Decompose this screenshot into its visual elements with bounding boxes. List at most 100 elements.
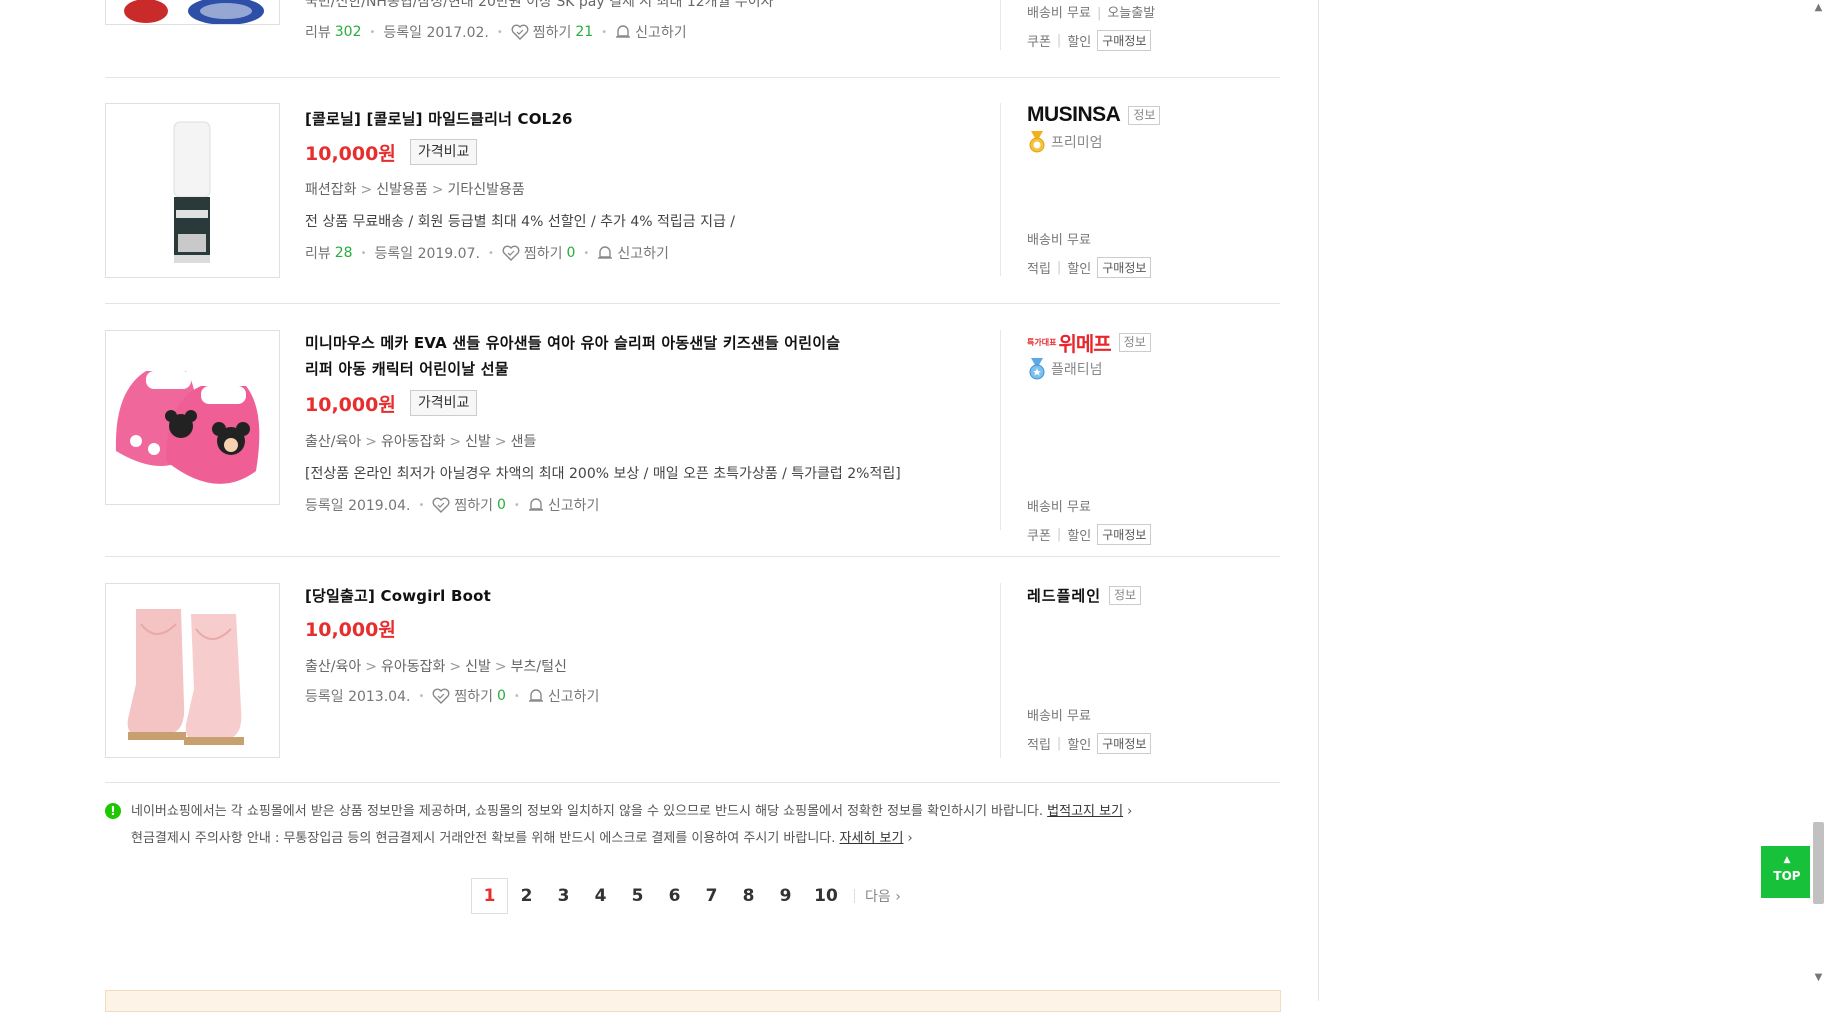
review-label[interactable]: 리뷰 [305,243,331,263]
product-meta: 등록일 2013.04. • 찜하기 0 • 신고하기 [305,686,975,706]
mall-info-button[interactable]: 정보 [1128,105,1161,125]
product-thumbnail[interactable] [105,330,280,505]
seller-info: 배송비 무료 | 오늘출발 쿠폰 | 할인 구매정보 [1027,2,1267,51]
shipping-fee: 배송비 무료 [1027,6,1091,21]
category-level-2[interactable]: 신발용품 [376,182,428,198]
wish-count: 0 [496,497,506,513]
item-separator [105,556,1280,557]
category-level-1[interactable]: 출산/육아 [305,434,361,450]
mall-logo-musinsa[interactable]: MUSINSA [1027,103,1121,127]
report-label[interactable]: 신고하기 [548,686,600,706]
bell-icon[interactable] [528,497,544,513]
shipping-info: 배송비 무료 [1027,705,1267,724]
meta-dot: • [513,499,520,511]
heart-icon[interactable] [511,24,529,40]
buy-info-button[interactable]: 구매정보 [1097,524,1152,545]
meta-dot: • [360,247,367,259]
product-thumbnail[interactable] [105,0,280,25]
meta-dot: • [369,26,376,38]
shipping-fee: 배송비 무료 [1027,500,1091,515]
next-page-button[interactable]: 다음 › [865,886,901,906]
page-10[interactable]: 10 [804,879,848,913]
product-title-line-1[interactable]: 미니마우스 메카 EVA 샌들 유아샌들 여아 유아 슬리퍼 아동샌달 키즈샌들… [305,330,975,356]
category-level-2[interactable]: 유아동잡화 [381,659,445,675]
scrollbar-thumb[interactable] [1813,822,1824,904]
grade-label: 프리미엄 [1051,135,1103,151]
page-5[interactable]: 5 [619,879,656,913]
mall-logo-prefix: 특가대표 [1027,337,1057,347]
wish-label[interactable]: 찜하기 [454,495,493,515]
buy-info-button[interactable]: 구매정보 [1097,30,1152,51]
product-desc: 국민/신한/NH농협/삼성/현대 20만원 이상 SK pay 결제 시 최대 … [305,0,774,10]
buy-info-button[interactable]: 구매정보 [1097,733,1152,754]
page-9[interactable]: 9 [767,879,804,913]
page-6[interactable]: 6 [656,879,693,913]
product-info: 국민/신한/NH농협/삼성/현대 20만원 이상 SK pay 결제 시 최대 … [305,0,975,42]
details-link[interactable]: 자세히 보기 [840,831,904,846]
option-discount: 할인 [1067,738,1092,753]
price-compare-button[interactable]: 가격비교 [409,390,478,416]
product-title-line-2[interactable]: 리퍼 아동 캐릭터 어린이날 선물 [305,356,975,382]
heart-icon[interactable] [432,497,450,513]
page-4[interactable]: 4 [582,879,619,913]
report-label[interactable]: 신고하기 [635,22,687,42]
shipping-options: 적립 | 할인 구매정보 [1027,733,1267,754]
category-level-3[interactable]: 신발 [465,659,491,675]
scroll-down-arrow-icon[interactable]: ▼ [1812,972,1825,986]
scroll-up-arrow-icon[interactable]: ▲ [1812,2,1825,16]
item-separator [105,303,1280,304]
mall-info-button[interactable]: 정보 [1118,332,1151,352]
product-meta: 리뷰 302 • 등록일 2017.02. • 찜하기 21 • 신고하기 [305,22,975,42]
page-3[interactable]: 3 [545,879,582,913]
category-level-4[interactable]: 부츠/털신 [511,659,567,675]
report-label[interactable]: 신고하기 [548,495,600,515]
vertical-scrollbar[interactable]: ▲ ▼ [1810,0,1827,1001]
review-label[interactable]: 리뷰 [305,22,331,42]
shipping-info: 배송비 무료 | 오늘출발 [1027,6,1156,21]
product-thumbnail[interactable] [105,583,280,758]
bell-icon[interactable] [528,688,544,704]
column-divider [1000,583,1001,758]
wish-count: 0 [566,245,576,261]
wish-label[interactable]: 찜하기 [524,243,563,263]
product-thumbnail[interactable] [105,103,280,278]
mall-name[interactable]: 레드플레인 [1027,585,1101,606]
product-title[interactable]: [당일출고] Cowgirl Boot [305,583,975,609]
product-title[interactable]: 미니마우스 메카 EVA 샌들 유아샌들 여아 유아 슬리퍼 아동샌달 키즈샌들… [305,330,975,382]
category-level-1[interactable]: 출산/육아 [305,659,361,675]
category-level-4[interactable]: 샌들 [511,434,537,450]
wish-label[interactable]: 찜하기 [533,22,572,42]
review-count[interactable]: 302 [335,24,362,40]
next-page-label[interactable]: 다음 [865,889,891,905]
price-compare-button[interactable]: 가격비교 [409,139,478,165]
review-count[interactable]: 28 [335,245,353,261]
product-category: 출산/육아 > 유아동잡화 > 신발 > 샌들 [305,434,537,450]
page-1[interactable]: 1 [471,878,508,914]
category-level-3[interactable]: 신발 [465,434,491,450]
product-desc: 전 상품 무료배송 / 회원 등급별 최대 4% 선할인 / 추가 4% 적립금… [305,214,735,230]
buy-info-button[interactable]: 구매정보 [1097,257,1152,278]
mall-logo-wemakeprice[interactable]: 위메프 [1058,328,1111,357]
register-date: 등록일 2019.04. [305,498,411,514]
wish-label[interactable]: 찜하기 [454,686,493,706]
chevron-right-icon: › [895,889,901,905]
shipping-fee: 배송비 무료 [1027,233,1091,248]
heart-icon[interactable] [432,688,450,704]
scroll-top-button[interactable]: ▲ TOP [1761,846,1813,898]
page-7[interactable]: 7 [693,879,730,913]
category-level-2[interactable]: 유아동잡화 [381,434,445,450]
page-8[interactable]: 8 [730,879,767,913]
shipping-info: 배송비 무료 [1027,496,1267,515]
category-level-3[interactable]: 기타신발용품 [448,182,525,198]
category-level-1[interactable]: 패션잡화 [305,182,357,198]
option-points: 적립 [1027,262,1051,277]
bell-icon[interactable] [597,245,613,261]
heart-icon[interactable] [502,245,520,261]
product-title[interactable]: [콜로닐] [콜로닐] 마일드클리너 COL26 [305,106,975,132]
chevron-right-icon: › [1127,804,1133,819]
page-2[interactable]: 2 [508,879,545,913]
legal-notice-link[interactable]: 법적고지 보기 [1047,804,1123,819]
report-label[interactable]: 신고하기 [617,243,669,263]
mall-info-button[interactable]: 정보 [1109,585,1142,605]
bell-icon[interactable] [615,24,631,40]
